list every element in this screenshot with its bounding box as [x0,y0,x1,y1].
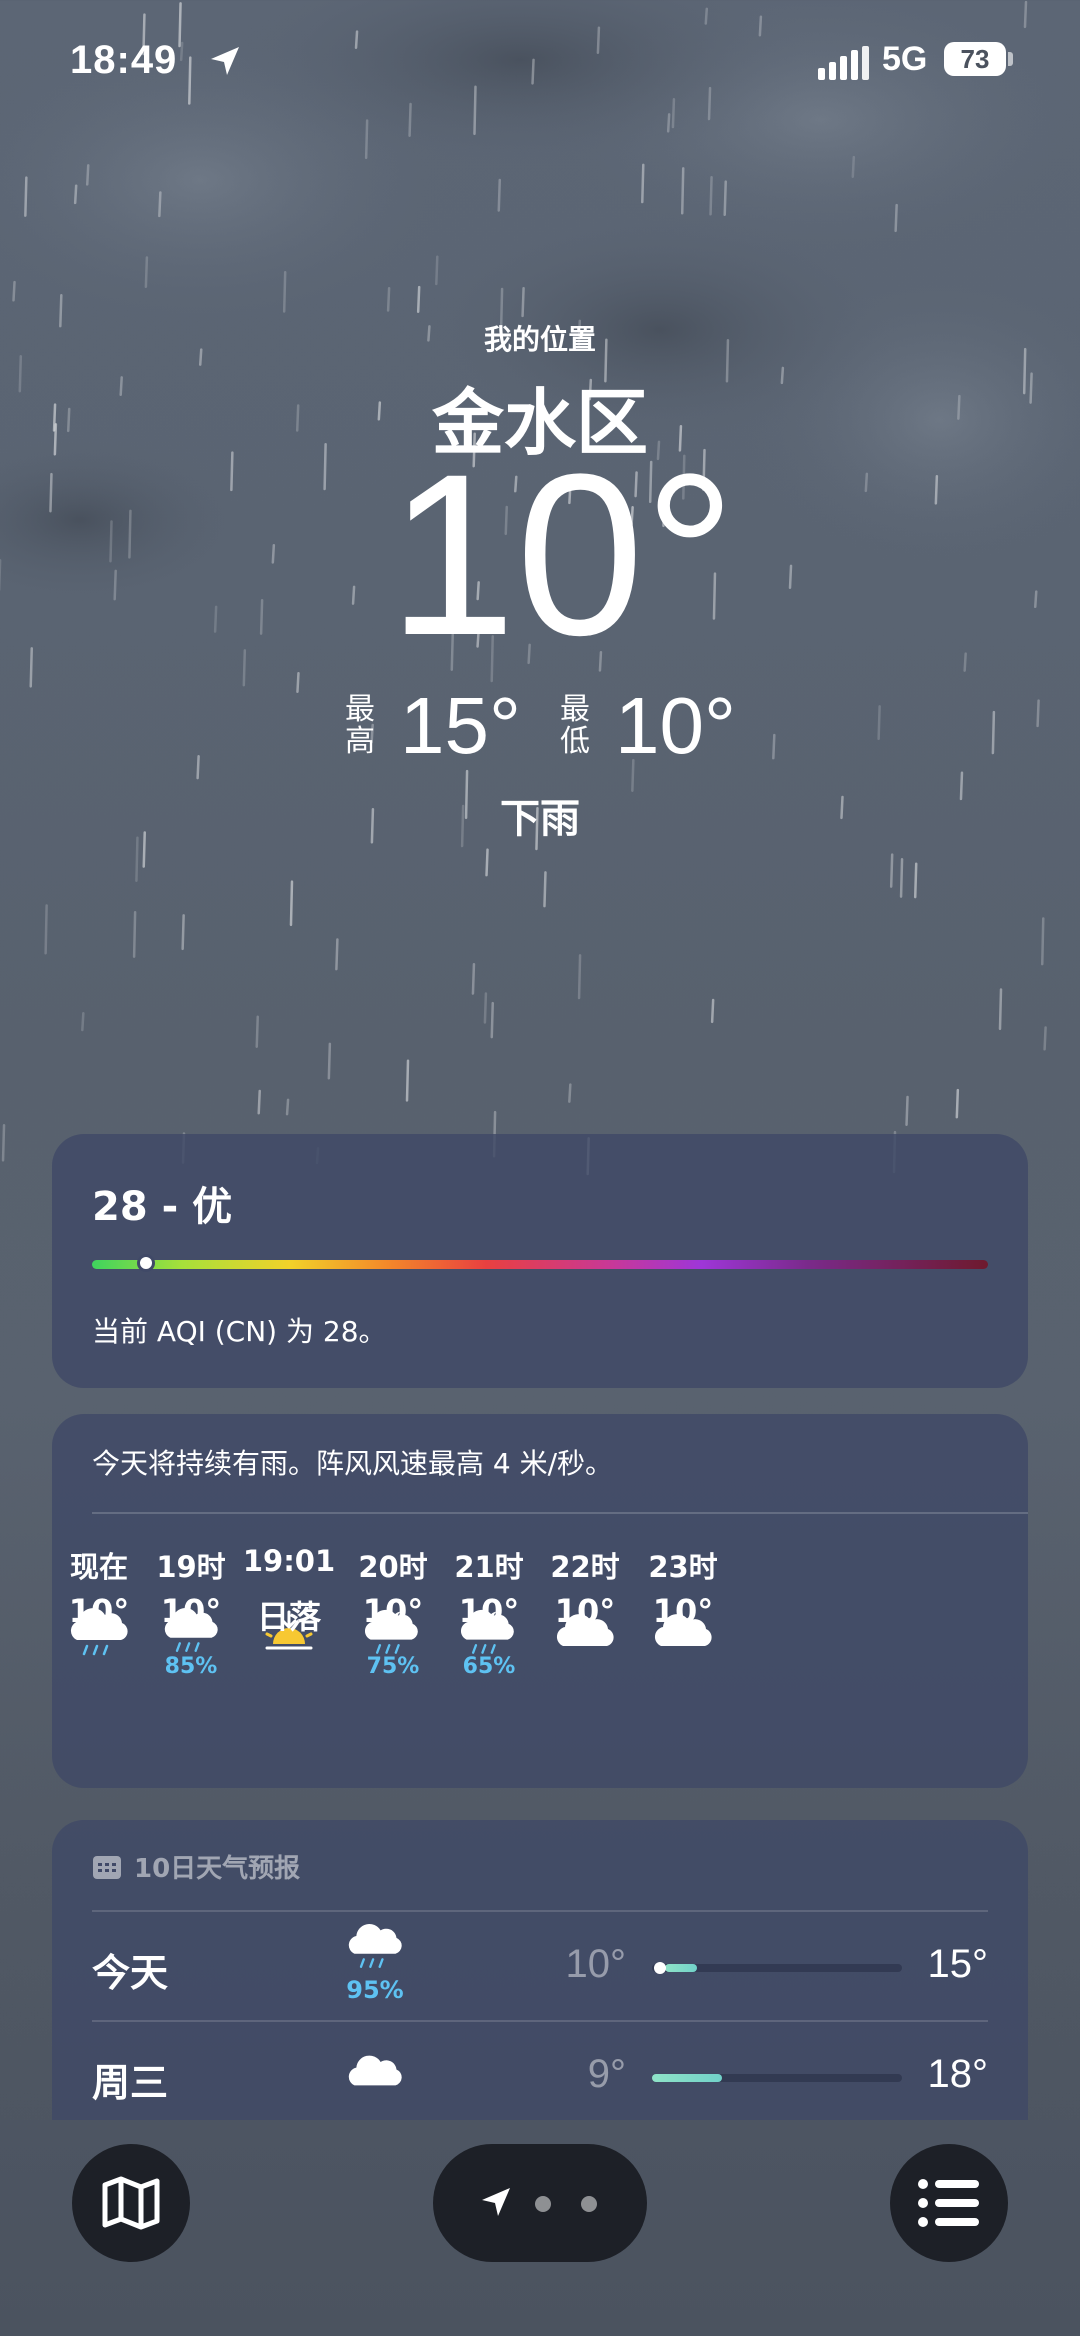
cloud-rain-icon [348,1923,402,1968]
map-icon [102,2176,160,2230]
low-label: 最低 [560,692,590,759]
aqi-card[interactable]: 28 - 优 当前 AQI (CN) 为 28。 [52,1134,1028,1388]
signal-icon [818,46,869,80]
high-temp: 15° [400,681,521,770]
list-button[interactable] [890,2144,1008,2262]
daily-row[interactable]: 今天 95% 10° 15° [92,1910,988,2020]
page-dot[interactable] [581,2196,597,2212]
day-icon [340,2048,410,2108]
calendar-icon [93,1855,121,1879]
status-time: 18:49 [70,38,178,82]
cloud-icon [348,2055,402,2086]
aqi-value: 28 - 优 [92,1184,233,1230]
divider [92,1512,1028,1514]
day-icon: 95% [340,1922,410,2004]
location-arrow-icon [211,47,239,75]
hourly-forecast-card[interactable]: 今天将持续有雨。阵风风速最高 4 米/秒。 现在 10° 19时 85% 10° 19:0… [52,1414,1028,1788]
day-low: 9° [587,2052,626,2096]
daily-forecast-heading: 10日天气预报 [92,1848,300,1885]
day-range-fill [664,1964,697,1972]
aqi-indicator [136,1254,155,1272]
high-low: 最高 15° 最低 10° [0,686,1080,766]
page-indicator[interactable] [433,2144,647,2262]
map-button[interactable] [72,2144,190,2262]
day-temp-range [652,2074,902,2082]
condition-text: 下雨 [500,796,580,842]
my-location-label: 我的位置 [483,323,596,356]
high-label: 最高 [345,692,376,759]
aqi-scale-bar [92,1260,988,1269]
day-precip-chance: 95% [346,1976,404,2004]
status-bar: 18:49 5G 73 [0,38,1080,88]
network-type: 5G [882,40,928,78]
daily-forecast-card[interactable]: 10日天气预报 今天 95% 10° 15° 周三 9° 18° [52,1820,1028,2120]
battery-icon: 73 [944,42,1006,76]
hourly-summary: 今天将持续有雨。阵风风速最高 4 米/秒。 [92,1447,614,1480]
hour-temp: 10° [652,1592,714,1630]
day-high: 18° [927,2052,989,2096]
daily-row[interactable]: 周三 9° 18° [92,2020,988,2120]
current-temperature: 10° [388,426,736,683]
aqi-description: 当前 AQI (CN) 为 28。 [92,1315,387,1348]
battery-nub [1008,52,1013,66]
day-low: 10° [565,1942,627,1986]
list-icon [918,2179,979,2227]
current-temp-dot [653,1962,666,1974]
low-temp: 10° [615,681,736,770]
day-high: 15° [927,1942,989,1986]
hour-label: 23时 [648,1550,718,1584]
day-name: 今天 [92,1951,169,1995]
current-location-icon [482,2188,510,2216]
day-name: 周三 [92,2061,169,2105]
page-dot[interactable] [535,2196,551,2212]
day-temp-range [652,1962,902,1974]
daily-forecast-title: 10日天气预报 [134,1854,301,1884]
day-range-fill [652,2074,722,2082]
